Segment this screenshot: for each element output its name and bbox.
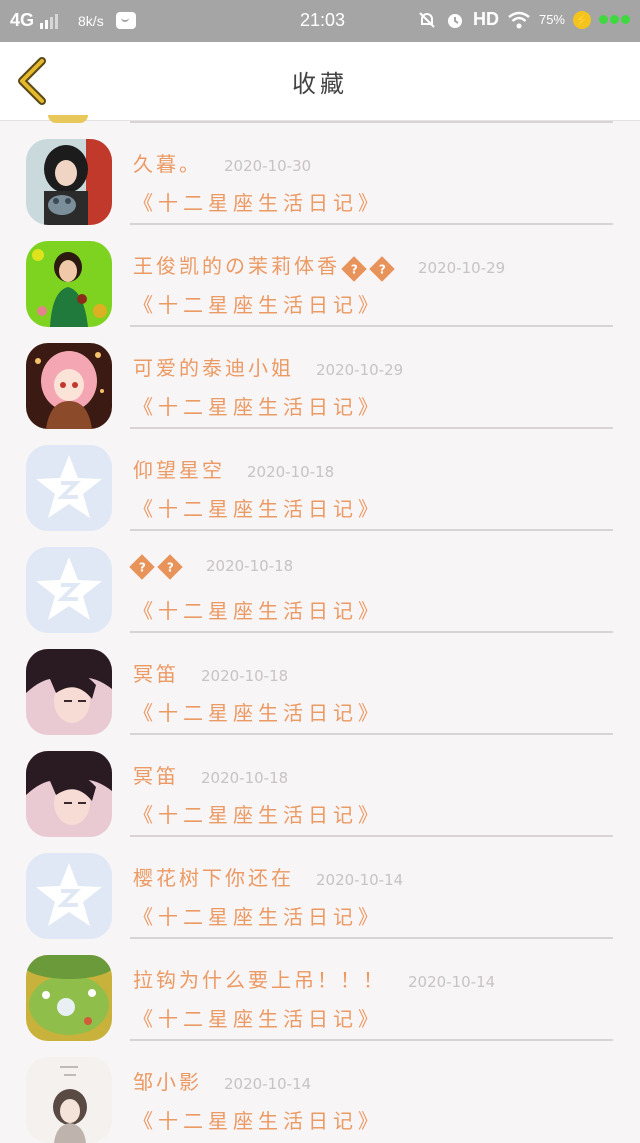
item-date: 2020-10-14 [316,871,404,889]
item-header: ?? 2020-10-18 [129,553,294,580]
book-title[interactable]: 《十二星座生活日记》 [133,799,383,828]
user-name[interactable]: 冥笛 [133,658,179,687]
item-date: 2020-10-18 [201,667,289,685]
item-header: 樱花树下你还在 2020-10-14 [133,862,403,891]
item-header: 冥笛 2020-10-18 [133,760,288,789]
avatar[interactable] [26,955,112,1041]
default-avatar[interactable] [26,547,112,633]
avatar[interactable] [26,241,112,327]
item-date: 2020-10-18 [201,769,289,787]
list-item[interactable]: 拉钩为什么要上吊！！！ 2020-10-14 《十二星座生活日记》 [0,937,640,1041]
item-header: 可爱的泰迪小姐 2020-10-29 [133,352,403,381]
book-title[interactable]: 《十二星座生活日记》 [133,595,383,624]
avatar[interactable] [26,1057,112,1143]
battery-icon [599,15,630,24]
qq-star-icon [26,853,112,939]
avatar[interactable] [26,139,112,225]
status-bar: 4G 8k/s 21:03 HD 75% ⚡ [0,0,640,42]
book-title[interactable]: 《十二星座生活日记》 [133,901,383,930]
unknown-char-badge[interactable]: ?? [129,553,184,580]
charging-icon: ⚡ [573,10,591,29]
message-icon [115,12,136,29]
book-title[interactable]: 《十二星座生活日记》 [133,697,383,726]
list-item[interactable]: 久暮。 2020-10-30 《十二星座生活日记》 [0,121,640,225]
default-avatar[interactable] [26,853,112,939]
item-date: 2020-10-14 [408,973,496,991]
book-title[interactable]: 《十二星座生活日记》 [133,1003,383,1032]
battery-percent: 75% [538,12,565,27]
list-item[interactable]: 仰望星空 2020-10-18 《十二星座生活日记》 [0,427,640,531]
page-title: 收藏 [292,70,348,98]
item-date: 2020-10-29 [418,259,506,277]
item-header: 久暮。 2020-10-30 [133,148,311,177]
user-name[interactable]: 久暮。 [133,148,202,177]
list-item[interactable]: 樱花树下你还在 2020-10-14 《十二星座生活日记》 [0,835,640,939]
hd-indicator: HD [472,9,499,29]
user-name[interactable]: 可爱的泰迪小姐 [133,352,294,381]
avatar[interactable] [26,343,112,429]
unknown-char-badge: ?? [340,255,396,282]
list-item[interactable]: 冥笛 2020-10-18 《十二星座生活日记》 [0,733,640,837]
item-header: 拉钩为什么要上吊！！！ 2020-10-14 [133,964,495,993]
list-item[interactable]: 冥笛 2020-10-18 《十二星座生活日记》 [0,631,640,735]
list-item[interactable]: 可爱的泰迪小姐 2020-10-29 《十二星座生活日记》 [0,325,640,429]
avatar[interactable] [26,649,112,735]
user-name[interactable]: 拉钩为什么要上吊！！！ [133,964,386,993]
status-right: HD 75% ⚡ [417,9,630,30]
wifi-icon [508,11,530,28]
list-item[interactable]: 邹小影 2020-10-14 《十二星座生活日记》 [0,1039,640,1143]
item-header: 冥笛 2020-10-18 [133,658,288,687]
item-date: 2020-10-18 [206,557,294,575]
clock: 21:03 [300,10,346,30]
list-item[interactable]: 王俊凯的の茉莉体香 ?? 2020-10-29 《十二星座生活日记》 [0,223,640,327]
signal-icon [40,13,59,29]
item-date: 2020-10-14 [224,1075,312,1093]
book-title[interactable]: 《十二星座生活日记》 [133,187,383,216]
mute-bell-icon [419,11,435,28]
item-date: 2020-10-18 [247,463,335,481]
qq-star-icon [26,547,112,633]
alarm-icon [447,13,462,28]
book-title[interactable]: 《十二星座生活日记》 [133,289,383,318]
default-avatar[interactable] [26,445,112,531]
network-type: 4G [10,10,35,30]
item-date: 2020-10-30 [224,157,312,175]
status-left: 4G 8k/s [10,10,136,31]
item-header: 仰望星空 2020-10-18 [133,454,334,483]
user-name[interactable]: 冥笛 [133,760,179,789]
book-title[interactable]: 《十二星座生活日记》 [133,1105,383,1134]
item-header: 王俊凯的の茉莉体香 ?? 2020-10-29 [133,250,506,282]
book-title[interactable]: 《十二星座生活日记》 [133,391,383,420]
user-name[interactable]: 樱花树下你还在 [133,862,294,891]
app-header: 收藏 [0,42,640,121]
avatar[interactable] [26,751,112,837]
item-date: 2020-10-29 [316,361,404,379]
book-title[interactable]: 《十二星座生活日记》 [133,493,383,522]
list-item[interactable]: ?? 2020-10-18 《十二星座生活日记》 [0,529,640,633]
network-speed: 8k/s [78,12,104,29]
user-name[interactable]: 仰望星空 [133,454,225,483]
user-name[interactable]: 邹小影 [133,1066,202,1095]
item-header: 邹小影 2020-10-14 [133,1066,311,1095]
user-name[interactable]: 王俊凯的の茉莉体香 [133,250,340,279]
qq-star-icon [26,445,112,531]
